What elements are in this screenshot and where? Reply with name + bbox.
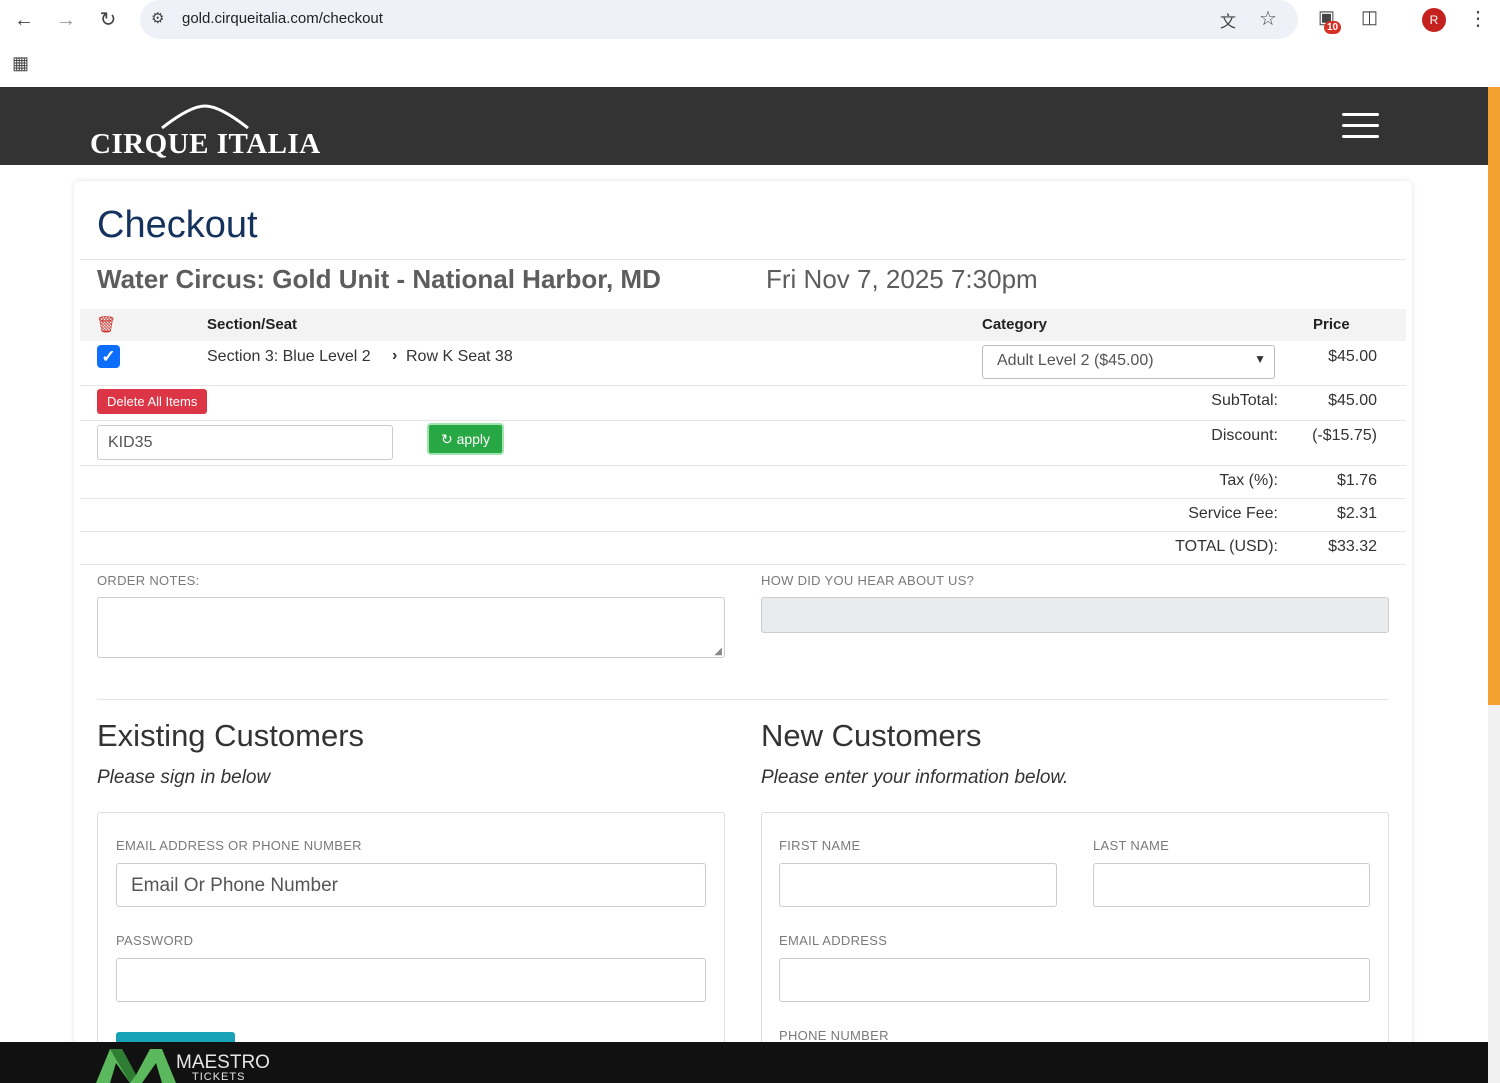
delete-all-button[interactable]: Delete All Items (97, 389, 208, 414)
site-info-icon[interactable]: ⚙ (151, 9, 164, 27)
email-phone-input[interactable]: Email Or Phone Number (116, 863, 706, 907)
hear-about-select[interactable] (761, 597, 1389, 633)
existing-customers-subtitle: Please sign in below (97, 767, 271, 788)
email-address-label: EMAIL ADDRESS (779, 933, 888, 948)
existing-customers-title: Existing Customers (97, 718, 365, 753)
password-input[interactable] (116, 958, 706, 1002)
scrollbar-thumb[interactable] (1488, 87, 1500, 705)
discount-label: Discount: (1211, 427, 1278, 444)
divider (80, 385, 1406, 386)
apply-label: apply (456, 431, 491, 447)
email-address-input[interactable] (779, 958, 1370, 1002)
first-name-label: FIRST NAME (779, 838, 861, 853)
maestro-logo-icon (96, 1049, 176, 1083)
star-icon[interactable]: ☆ (1259, 6, 1277, 31)
phone-number-label: PHONE NUMBER (779, 1028, 889, 1043)
new-customers-title: New Customers (761, 718, 982, 753)
header-category: Category (982, 316, 1048, 333)
divider (80, 498, 1406, 499)
first-name-input[interactable] (779, 863, 1057, 907)
reload-icon[interactable]: ↻ (96, 8, 120, 32)
puzzle-icon[interactable]: ◫ (1361, 7, 1378, 28)
subtotal-value: $45.00 (1328, 392, 1377, 409)
seat-price: $45.00 (1328, 348, 1377, 365)
seat-row: Row K Seat 38 (406, 348, 513, 365)
divider (80, 531, 1406, 532)
divider (80, 420, 1406, 421)
last-name-input[interactable] (1093, 863, 1370, 907)
seat-section: Section 3: Blue Level 2 (207, 348, 371, 365)
service-fee-value: $2.31 (1336, 505, 1377, 522)
chevron-down-icon: ▼ (1254, 352, 1266, 366)
more-icon[interactable]: ⋮ (1468, 6, 1488, 31)
menu-icon[interactable] (1342, 113, 1379, 146)
url-text[interactable]: gold.cirqueitalia.com/checkout (182, 10, 383, 27)
header-section-seat: Section/Seat (207, 316, 298, 333)
last-name-label: LAST NAME (1093, 838, 1170, 853)
page-title: Checkout (97, 204, 258, 246)
email-phone-label: EMAIL ADDRESS OR PHONE NUMBER (116, 838, 362, 853)
profile-avatar[interactable]: R (1422, 8, 1446, 32)
divider (80, 465, 1406, 466)
apply-coupon-button[interactable]: ↻ apply (427, 423, 504, 455)
tax-label: Tax (%): (1219, 472, 1278, 489)
extension-badge: 10 (1324, 21, 1342, 34)
divider (80, 564, 1406, 565)
coupon-input[interactable]: KID35 (97, 425, 393, 460)
total-value: $33.32 (1328, 538, 1377, 555)
category-selected: Adult Level 2 ($45.00) (997, 352, 1154, 369)
divider (97, 699, 1389, 700)
trash-icon[interactable]: 🗑 (96, 315, 116, 335)
event-date: Fri Nov 7, 2025 7:30pm (766, 264, 1038, 294)
tax-value: $1.76 (1336, 472, 1377, 489)
service-fee-label: Service Fee: (1188, 505, 1278, 522)
footer-brand-sub: TICKETS (192, 1071, 246, 1083)
site-logo[interactable]: CIRQUE ITALIA (90, 128, 321, 161)
order-notes-label: ORDER NOTES: (97, 573, 200, 588)
chevron-right-icon: › (392, 347, 398, 364)
order-notes-input[interactable]: ◢ (97, 597, 725, 658)
apps-icon[interactable]: ▦ (12, 53, 29, 74)
resize-grip-icon[interactable]: ◢ (714, 646, 722, 657)
translate-icon[interactable]: 文 (1220, 8, 1236, 32)
back-icon[interactable]: ← (12, 8, 36, 32)
divider (80, 259, 1406, 260)
event-name: Water Circus: Gold Unit - National Harbo… (97, 264, 661, 294)
new-customers-subtitle: Please enter your information below. (761, 767, 1069, 788)
tent-logo-icon (161, 104, 249, 130)
discount-value: (-$15.75) (1312, 427, 1377, 444)
password-label: PASSWORD (116, 933, 194, 948)
total-label: TOTAL (USD): (1175, 538, 1278, 555)
forward-icon[interactable]: → (54, 8, 78, 32)
category-select[interactable]: Adult Level 2 ($45.00) ▼ (982, 345, 1275, 379)
header-price: Price (1313, 316, 1350, 333)
refresh-icon: ↻ (440, 431, 453, 447)
seat-checkbox[interactable]: ✓ (97, 345, 120, 368)
subtotal-label: SubTotal: (1211, 392, 1278, 409)
hear-about-label: HOW DID YOU HEAR ABOUT US? (761, 573, 975, 588)
